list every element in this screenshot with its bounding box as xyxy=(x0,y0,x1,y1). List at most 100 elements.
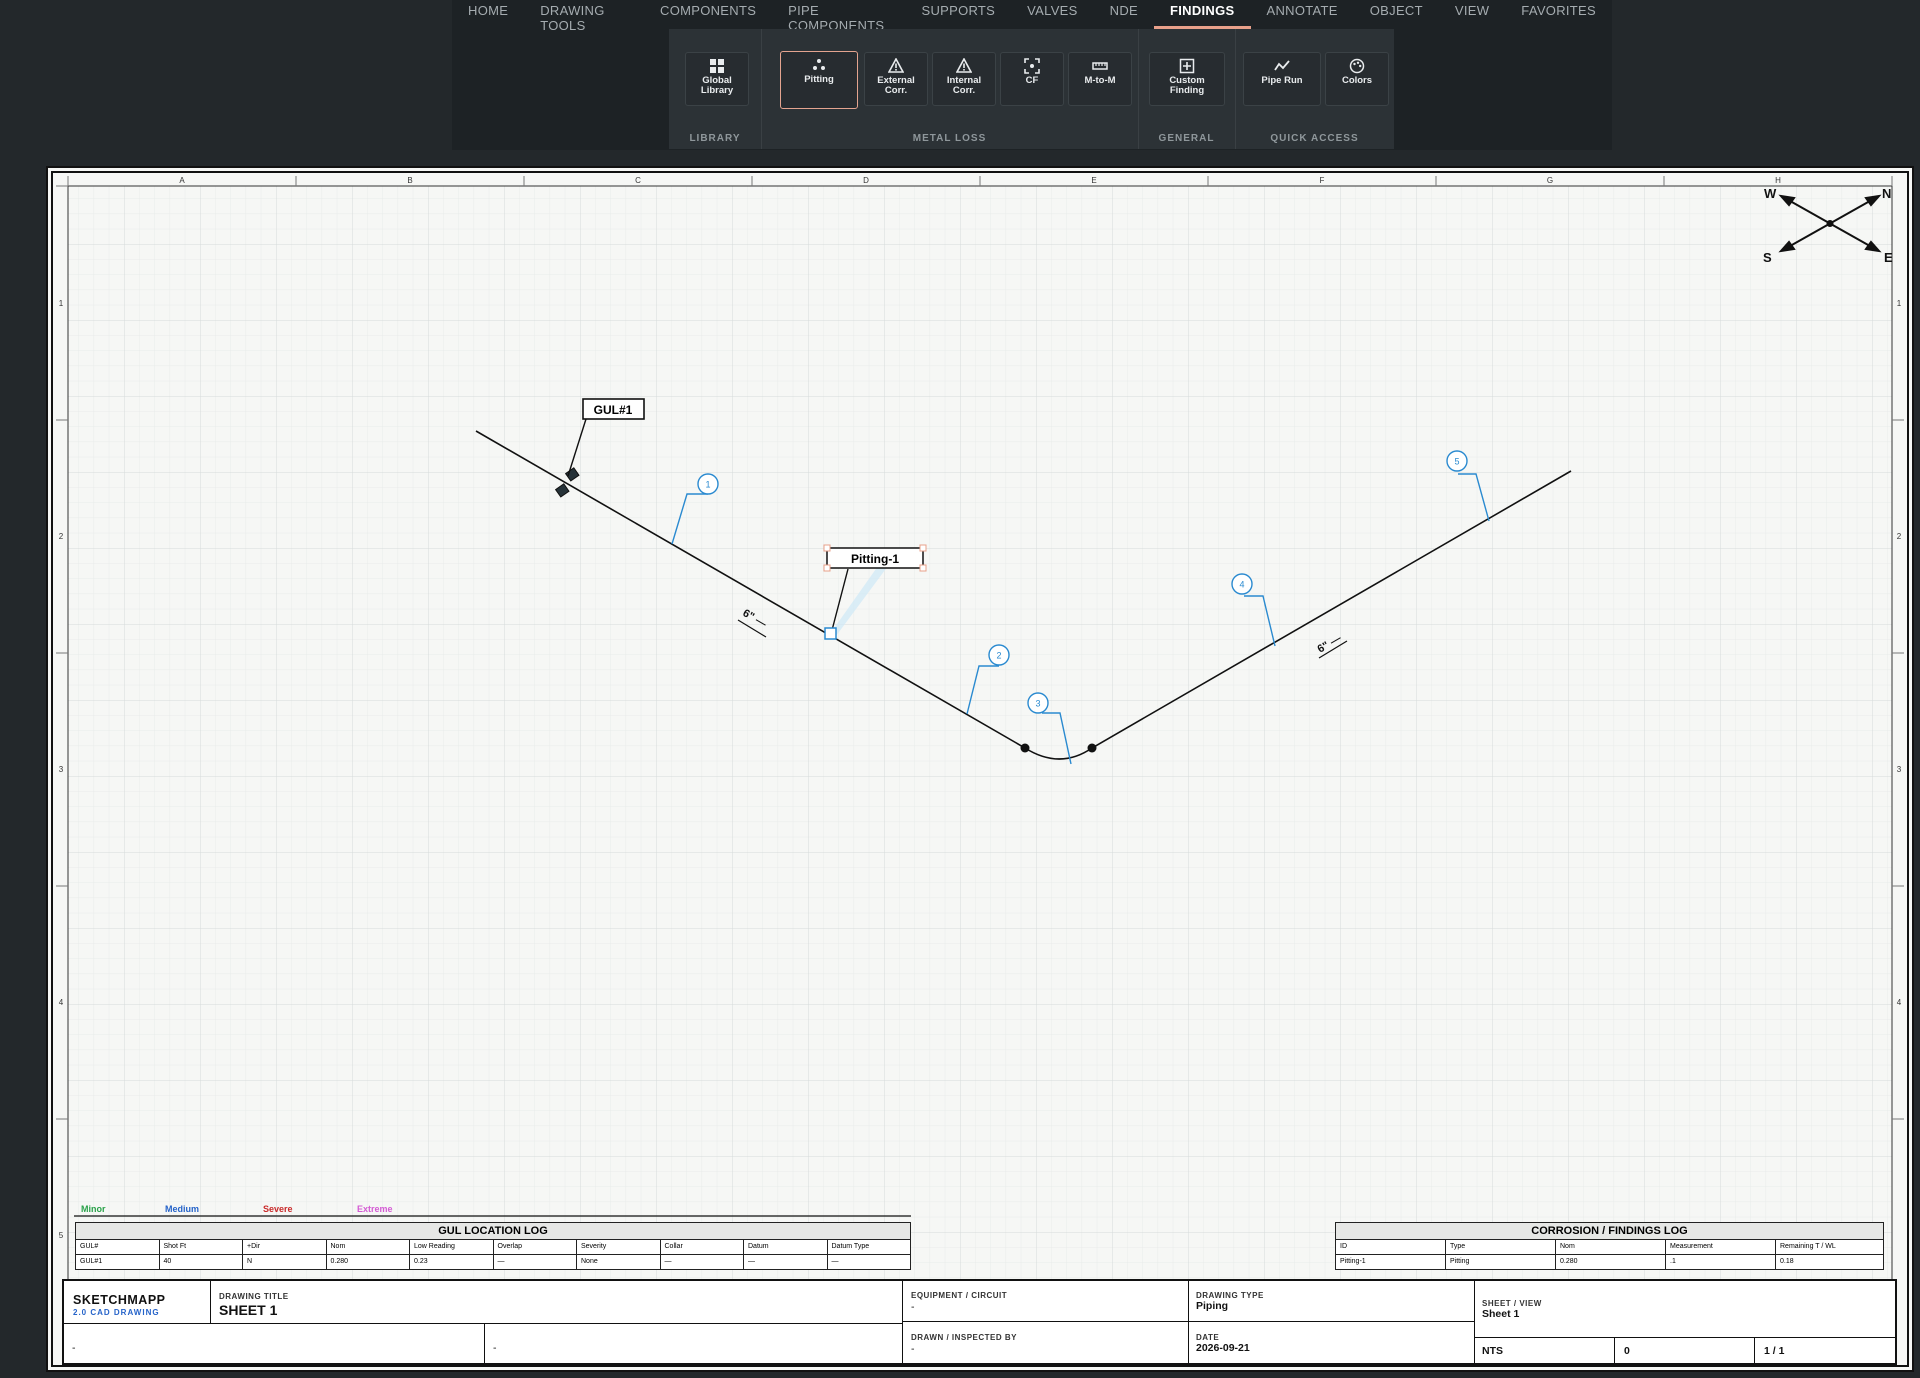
palette-icon xyxy=(1349,58,1365,74)
title-block-rule xyxy=(902,1281,903,1365)
tab-favorites[interactable]: FAVORITES xyxy=(1505,0,1612,26)
zone-col-label: F xyxy=(1320,176,1325,185)
group-divider xyxy=(1235,29,1236,149)
polyline-icon xyxy=(1274,60,1290,71)
m-to-m-button[interactable]: M-to-M xyxy=(1068,52,1132,106)
warning-icon xyxy=(888,58,904,73)
cf-button[interactable]: CF xyxy=(1000,52,1064,106)
finding-bubble-label: 4 xyxy=(1239,580,1244,590)
title-block: SKETCHMAPP 2.0 CAD DRAWING DRAWING TITLE… xyxy=(62,1279,1897,1365)
custom-finding-button[interactable]: Custom Finding xyxy=(1149,52,1225,106)
drawing-sheet[interactable]: A B C D E F G H 1 2 3 4 5 1 2 3 4 W N S … xyxy=(46,166,1914,1372)
gul-log-header: Shot Ft xyxy=(160,1240,243,1254)
finding-bubble-label: 2 xyxy=(996,651,1001,661)
corrosion-log-header: Nom xyxy=(1556,1240,1666,1254)
gul-log-header: Nom xyxy=(327,1240,410,1254)
pitting-finding-marker[interactable] xyxy=(824,627,837,640)
revision-value: 0 xyxy=(1624,1345,1630,1357)
corrosion-log-header: Measurement xyxy=(1666,1240,1776,1254)
legend-severe: Severe xyxy=(263,1204,293,1214)
zone-row-label: 4 xyxy=(1897,998,1902,1007)
focus-frame-icon xyxy=(1024,58,1040,74)
tab-components[interactable]: COMPONENTS xyxy=(644,0,772,26)
table-row[interactable]: Pitting-1 Pitting 0.280 .1 0.18 xyxy=(1336,1255,1883,1269)
gul-tag-label: GUL#1 xyxy=(594,403,633,417)
zone-col-label: B xyxy=(407,176,412,185)
gul-log-header: Collar xyxy=(661,1240,744,1254)
pipe-run-button[interactable]: Pipe Run xyxy=(1243,52,1321,106)
zone-row-label: 4 xyxy=(59,998,64,1007)
grid-icon xyxy=(710,59,724,73)
finding-bubble-label: 1 xyxy=(705,480,710,490)
weld-node[interactable] xyxy=(1087,743,1097,753)
m-to-m-label: M-to-M xyxy=(1084,75,1116,86)
table-row[interactable]: GUL#1 40 N 0.280 0.23 — None — — — xyxy=(76,1255,910,1269)
ribbon-tabs: HOME DRAWING TOOLS COMPONENTS PIPE COMPO… xyxy=(452,0,1612,33)
drawn-inspected-label: DRAWN / INSPECTED BY xyxy=(911,1333,1018,1342)
cf-label: CF xyxy=(1025,75,1039,86)
title-block-rule xyxy=(484,1323,485,1365)
equipment-circuit-value: - xyxy=(911,1301,915,1313)
title-block-rule xyxy=(1474,1337,1895,1338)
weld-node[interactable] xyxy=(1020,743,1030,753)
title-block-rule xyxy=(1614,1337,1615,1365)
compass-south-label: S xyxy=(1763,250,1772,265)
corrosion-log-cell: .1 xyxy=(1666,1255,1776,1269)
external-corrosion-button[interactable]: External Corr. xyxy=(864,52,928,106)
colors-button[interactable]: Colors xyxy=(1325,52,1389,106)
global-library-button[interactable]: Global Library xyxy=(685,52,749,106)
group-label-quick-access: QUICK ACCESS xyxy=(1270,133,1359,144)
pipe-run-label: Pipe Run xyxy=(1261,75,1303,86)
internal-corrosion-label-2: Corr. xyxy=(952,85,976,96)
gul-log-cell: 0.280 xyxy=(327,1255,410,1269)
tab-drawing-tools[interactable]: DRAWING TOOLS xyxy=(524,0,644,33)
tab-pipe-components[interactable]: PIPE COMPONENTS xyxy=(772,0,905,33)
gul-log-header: Datum Type xyxy=(831,1243,870,1250)
corrosion-findings-log: CORROSION / FINDINGS LOG ID Type Nom Mea… xyxy=(1335,1222,1884,1270)
selection-handle[interactable] xyxy=(919,544,927,552)
corrosion-log-cell: Pitting-1 xyxy=(1336,1255,1446,1269)
zone-col-label: C xyxy=(635,176,641,185)
pitting-dots-icon xyxy=(813,59,825,70)
pitting-button[interactable]: Pitting xyxy=(780,51,858,109)
gul-log-cell: GUL#1 xyxy=(76,1255,160,1269)
tab-nde[interactable]: NDE xyxy=(1094,0,1154,26)
selection-handle[interactable] xyxy=(823,544,831,552)
zone-row-label: 1 xyxy=(59,299,64,308)
tab-annotate[interactable]: ANNOTATE xyxy=(1251,0,1354,26)
title-block-left-field: - xyxy=(493,1342,497,1354)
finding-bubble-label: 3 xyxy=(1035,699,1040,709)
compass-west-label: W xyxy=(1764,186,1777,201)
internal-corrosion-button[interactable]: Internal Corr. xyxy=(932,52,996,106)
group-label-library: LIBRARY xyxy=(689,133,741,144)
ribbon: HOME DRAWING TOOLS COMPONENTS PIPE COMPO… xyxy=(452,0,1612,150)
gul-log-cell: None xyxy=(577,1255,661,1269)
corrosion-log-cell: 0.18 xyxy=(1780,1258,1794,1265)
selection-handle[interactable] xyxy=(823,564,831,572)
gul-log-header: +Dir xyxy=(243,1240,327,1254)
drawing-type-label: DRAWING TYPE xyxy=(1196,1291,1264,1300)
corrosion-log-header: Type xyxy=(1446,1240,1556,1254)
tab-supports[interactable]: SUPPORTS xyxy=(905,0,1011,26)
compass-east-label: E xyxy=(1884,250,1893,265)
corrosion-log-header-row: ID Type Nom Measurement Remaining T / WL xyxy=(1336,1240,1883,1255)
zone-row-label: 3 xyxy=(1897,765,1902,774)
tab-object[interactable]: OBJECT xyxy=(1354,0,1439,26)
tab-view[interactable]: VIEW xyxy=(1439,0,1505,26)
tab-findings[interactable]: FINDINGS xyxy=(1153,0,1251,29)
title-block-rule xyxy=(64,1323,902,1324)
gul-log-cell: — xyxy=(831,1258,839,1265)
custom-finding-label-2: Finding xyxy=(1169,85,1205,96)
sheet-view-value: Sheet 1 xyxy=(1482,1308,1520,1320)
selection-handle[interactable] xyxy=(919,564,927,572)
corrosion-log-cell: Pitting xyxy=(1446,1255,1556,1269)
gul-location-log: GUL LOCATION LOG GUL# Shot Ft +Dir Nom L… xyxy=(75,1222,911,1270)
equipment-circuit-label: EQUIPMENT / CIRCUIT xyxy=(911,1291,1008,1300)
tab-valves[interactable]: VALVES xyxy=(1011,0,1093,26)
tab-home[interactable]: HOME xyxy=(452,0,524,26)
drawing-canvas[interactable]: A B C D E F G H 1 2 3 4 5 1 2 3 4 W N S … xyxy=(48,168,1912,1370)
sheet-view-label: SHEET / VIEW xyxy=(1482,1299,1542,1308)
gul-log-header: Overlap xyxy=(494,1240,577,1254)
drawn-inspected-value: - xyxy=(911,1343,915,1355)
compass-north-label: N xyxy=(1882,186,1891,201)
